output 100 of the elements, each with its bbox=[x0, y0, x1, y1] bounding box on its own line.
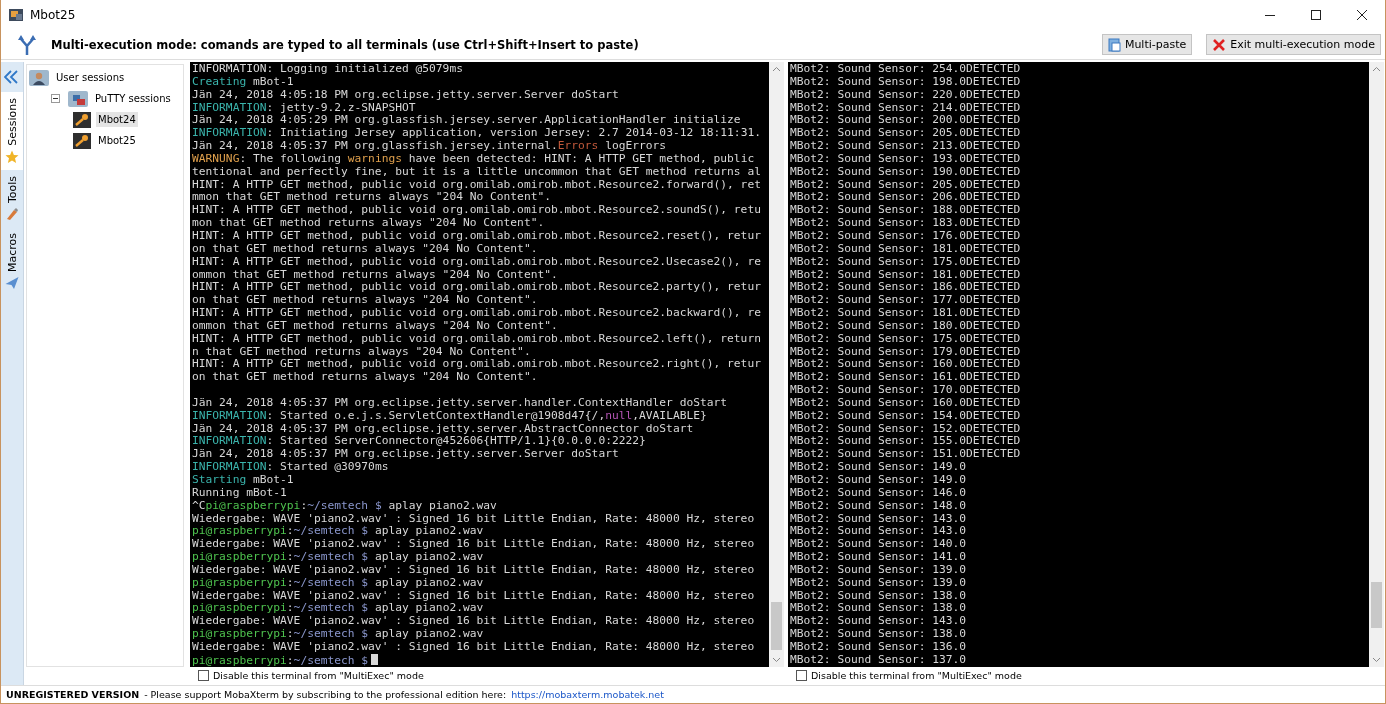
terminal-line: n that GET method returns always "204 No Content". bbox=[192, 345, 532, 359]
terminal-line: MBot2: Sound Sensor: 213.0DETECTED bbox=[790, 140, 1022, 153]
scroll-down-icon bbox=[772, 657, 781, 663]
terminal-line: MBot2: Sound Sensor: 140.0 bbox=[790, 538, 968, 552]
terminal-line: MBot2: Sound Sensor: 200.0DETECTED bbox=[790, 114, 1022, 128]
terminal-line: MBot2: Sound Sensor: 206.0DETECTED bbox=[790, 191, 1022, 205]
terminal-line: INFORMATION: Started ServerConnector@452606{HTTP/1.1}{0.0.0.0:2222} bbox=[192, 435, 647, 449]
terminal-line: MBot2: Sound Sensor: 136.0 bbox=[790, 640, 968, 654]
terminal-line: Jän 24, 2018 4:05:37 PM org.eclipse.jetty.server.Server doStart bbox=[192, 448, 620, 462]
key-icon bbox=[73, 132, 91, 149]
close-icon bbox=[1212, 37, 1227, 52]
exit-mode-button[interactable]: Exit multi-execution mode bbox=[1206, 34, 1381, 55]
terminal-line: HINT: A HTTP GET method, public void org.omilab.omirob.mbot.Resource2.backward(), re bbox=[192, 307, 762, 320]
terminal-line: MBot2: Sound Sensor: 149.0 bbox=[790, 461, 968, 474]
terminal-line: pi@raspberrypi:~/semtech $ bbox=[192, 653, 769, 667]
terminal-line: MBot2: Sound Sensor: 143.0 bbox=[790, 512, 968, 526]
terminal-line: HINT: A HTTP GET method, public void org.omilab.omirob.mbot.Resource2.right(), retur bbox=[192, 358, 762, 372]
checkbox[interactable] bbox=[796, 669, 807, 681]
checkbox-label: Disable this terminal from "MultiExec" mode bbox=[811, 669, 1022, 681]
terminal-line: MBot2: Sound Sensor: 170.0DETECTED bbox=[790, 384, 1022, 397]
terminal-line: ommon that GET method returns always "204 No Content". bbox=[192, 319, 559, 333]
session-folder[interactable]: PuTTY sessions bbox=[93, 91, 173, 106]
terminal-line: on that GET method returns always "204 No Content". bbox=[192, 371, 539, 385]
terminal-line: pi@raspberrypi:~/semtech $ aplay piano2.wav bbox=[192, 602, 485, 616]
terminal-line: HINT: A HTTP GET method, public void org.omilab.omirob.mbot.Resource2.Usecase2(), re bbox=[192, 255, 762, 269]
terminal-line: tentional and perfectly fine, but it is a little uncommon that GET method returns al bbox=[192, 165, 762, 179]
checkbox-label: Disable this terminal from "MultiExec" mode bbox=[213, 669, 424, 681]
scrollbar[interactable] bbox=[1369, 62, 1384, 667]
terminal-line: Running mBot-1 bbox=[192, 486, 288, 500]
scrollbar-thumb[interactable] bbox=[1371, 582, 1382, 628]
session-item[interactable]: Mbot25 bbox=[96, 133, 138, 148]
terminal-line: MBot2: Sound Sensor: 139.0 bbox=[790, 563, 968, 577]
scrollbar-thumb[interactable] bbox=[771, 602, 782, 650]
terminal-screen[interactable] bbox=[190, 62, 769, 667]
session-folder[interactable]: User sessions bbox=[54, 70, 127, 85]
terminal-line: mmon that GET method returns always "204 No Content". bbox=[192, 191, 552, 205]
terminal-line: Creating mBot-1 bbox=[192, 75, 295, 89]
website-link[interactable]: https://mobaxterm.mobatek.net bbox=[511, 689, 664, 700]
terminal-line: MBot2: Sound Sensor: 214.0DETECTED bbox=[790, 101, 1022, 115]
terminal-line: MBot2: Sound Sensor: 160.0DETECTED bbox=[790, 358, 1022, 372]
terminal-line: INFORMATION: jetty-9.2.z-SNAPSHOT bbox=[192, 101, 417, 115]
terminal-line: Wiedergabe: WAVE 'piano2.wav' : Signed 16 bit Little Endian, Rate: 48000 Hz, stereo bbox=[192, 563, 756, 577]
terminal-line: pi@raspberrypi:~/semtech $ aplay piano2.wav bbox=[192, 628, 485, 641]
terminal-line: Jän 24, 2018 4:05:29 PM org.glassfish.jersey.server.ApplicationHandler initialize bbox=[192, 114, 742, 128]
terminal-line: on that GET method returns always "204 No Content". bbox=[192, 242, 539, 256]
window-title: Mbot25 bbox=[30, 8, 77, 22]
side-tab[interactable]: Sessions bbox=[1, 92, 23, 170]
license-status: UNREGISTERED VERSION bbox=[6, 689, 140, 700]
terminal-line: MBot2: Sound Sensor: 198.0DETECTED bbox=[790, 75, 1022, 89]
terminal-line: MBot2: Sound Sensor: 149.0 bbox=[790, 474, 968, 487]
terminal-line: MBot2: Sound Sensor: 143.0 bbox=[790, 615, 968, 629]
terminal-line: HINT: A HTTP GET method, public void org.omilab.omirob.mbot.Resource2.reset(), retur bbox=[192, 229, 762, 243]
terminal-line: Starting mBot-1 bbox=[192, 474, 295, 487]
terminal-line: HINT: A HTTP GET method, public void org.omilab.omirob.mbot.Resource2.soundS(), retu bbox=[192, 204, 762, 218]
terminal-line: Wiedergabe: WAVE 'piano2.wav' : Signed 16 bit Little Endian, Rate: 48000 Hz, stereo bbox=[192, 615, 756, 629]
terminal-line: Wiedergabe: WAVE 'piano2.wav' : Signed 16 bit Little Endian, Rate: 48000 Hz, stereo bbox=[192, 538, 756, 552]
terminal-line: MBot2: Sound Sensor: 193.0DETECTED bbox=[790, 152, 1022, 166]
terminal-line: MBot2: Sound Sensor: 254.0DETECTED bbox=[790, 63, 1022, 76]
maximize-icon bbox=[1311, 10, 1321, 20]
scroll-down-icon bbox=[1372, 657, 1381, 663]
scroll-up-icon bbox=[1372, 66, 1381, 72]
terminal-line: MBot2: Sound Sensor: 180.0DETECTED bbox=[790, 319, 1022, 333]
terminal-line: MBot2: Sound Sensor: 138.0 bbox=[790, 589, 968, 603]
star-icon bbox=[5, 149, 19, 164]
terminal-line: HINT: A HTTP GET method, public void org.omilab.omirob.mbot.Resource2.left(), return bbox=[192, 332, 762, 346]
close-icon bbox=[1357, 10, 1367, 20]
terminal-line: MBot2: Sound Sensor: 151.0DETECTED bbox=[790, 448, 1022, 462]
terminal-line: pi@raspberrypi:~/semtech $ aplay piano2.wav bbox=[192, 576, 485, 590]
terminal-line: INFORMATION: Started o.e.j.s.ServletContextHandler@1908d47{/,null,AVAILABLE} bbox=[192, 409, 708, 423]
terminal-line: MBot2: Sound Sensor: 188.0DETECTED bbox=[790, 204, 1022, 218]
terminal-line: HINT: A HTTP GET method, public void org.omilab.omirob.mbot.Resource2.party(), retur bbox=[192, 281, 762, 295]
terminal-line: MBot2: Sound Sensor: 155.0DETECTED bbox=[790, 435, 1022, 449]
terminal-line: MBot2: Sound Sensor: 175.0DETECTED bbox=[790, 255, 1022, 269]
paste-icon bbox=[1107, 37, 1121, 52]
terminal-line: MBot2: Sound Sensor: 181.0DETECTED bbox=[790, 242, 1022, 256]
terminal-line: Wiedergabe: WAVE 'piano2.wav' : Signed 16 bit Little Endian, Rate: 48000 Hz, stereo bbox=[192, 589, 756, 603]
key-icon bbox=[73, 111, 91, 128]
terminal-line: pi@raspberrypi:~/semtech $ aplay piano2.wav bbox=[192, 551, 485, 564]
terminal-line: MBot2: Sound Sensor: 177.0DETECTED bbox=[790, 294, 1022, 308]
terminal-line: Wiedergabe: WAVE 'piano2.wav' : Signed 16 bit Little Endian, Rate: 48000 Hz, stereo bbox=[192, 640, 756, 654]
terminal-line: MBot2: Sound Sensor: 138.0 bbox=[790, 602, 968, 616]
terminal-line: MBot2: Sound Sensor: 154.0DETECTED bbox=[790, 409, 1022, 423]
terminal-line: MBot2: Sound Sensor: 220.0DETECTED bbox=[790, 88, 1022, 102]
terminal-screen[interactable] bbox=[788, 62, 1369, 667]
terminal-line: ommon that GET method returns always "204 No Content". bbox=[192, 268, 559, 282]
terminal-line: MBot2: Sound Sensor: 139.0 bbox=[790, 576, 968, 590]
double-chevron-icon bbox=[4, 70, 18, 84]
terminal-line: Jän 24, 2018 4:05:18 PM org.eclipse.jetty.server.Server doStart bbox=[192, 88, 620, 102]
terminal-line: mon that GET method returns always "204 No Content". bbox=[192, 217, 546, 230]
multi-paste-button[interactable]: Multi-paste bbox=[1101, 34, 1193, 55]
terminal-line: MBot2: Sound Sensor: 205.0DETECTED bbox=[790, 127, 1022, 141]
mode-message: Multi-execution mode: comands are typed to all terminals (use Ctrl+Shift+Insert to paste) bbox=[51, 37, 640, 52]
scrollbar[interactable] bbox=[769, 62, 784, 667]
session-item[interactable]: Mbot24 bbox=[96, 112, 138, 127]
support-message: - Please support MobaXterm by subscribing to the professional edition here: bbox=[144, 689, 507, 700]
terminal-line: MBot2: Sound Sensor: 152.0DETECTED bbox=[790, 422, 1022, 436]
collapse-icon[interactable] bbox=[51, 94, 60, 103]
terminal-line: Jän 24, 2018 4:05:37 PM org.glassfish.jersey.internal.Errors logErrors bbox=[192, 140, 668, 153]
terminal-line: MBot2: Sound Sensor: 181.0DETECTED bbox=[790, 268, 1022, 282]
checkbox[interactable] bbox=[198, 669, 209, 681]
